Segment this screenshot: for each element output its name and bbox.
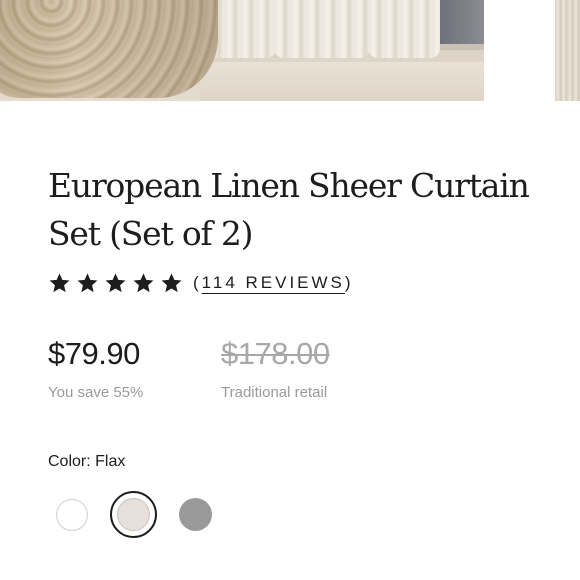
reviews-count-text[interactable]: 114 REVIEWS: [202, 273, 345, 292]
rating-stars: [48, 272, 183, 294]
retail-price: $178.00: [221, 336, 330, 371]
star-icon: [49, 273, 70, 293]
wall-detail: [438, 0, 484, 48]
product-rating: (114 REVIEWS): [48, 270, 354, 296]
star-icon: [77, 273, 98, 293]
star-icon: [133, 273, 154, 293]
product-image-carousel[interactable]: [0, 0, 580, 101]
knit-pouf-shading: [0, 0, 218, 98]
product-title: European Linen Sheer Curtain Set (Set of…: [48, 166, 530, 253]
color-swatch-white[interactable]: [56, 499, 88, 531]
floor-detail: [200, 62, 484, 101]
sale-price: $79.90: [48, 336, 140, 371]
curtain-panel-3: [368, 0, 440, 58]
color-label-prefix: Color:: [48, 453, 91, 470]
reviews-link[interactable]: (114 REVIEWS): [193, 273, 354, 293]
curtain-panel-1: [208, 0, 276, 58]
color-swatch-grey[interactable]: [179, 498, 212, 531]
baseboard-detail: [438, 44, 484, 50]
star-icon: [105, 273, 126, 293]
product-image-next-peek[interactable]: [555, 0, 580, 101]
star-icon: [161, 273, 182, 293]
color-swatch-flax[interactable]: [117, 498, 150, 531]
product-image-main[interactable]: [0, 0, 484, 101]
retail-price-label: Traditional retail: [221, 384, 328, 401]
curtain-panel-2: [274, 0, 370, 58]
savings-text: You save 55%: [48, 384, 144, 401]
carousel-gap: [484, 0, 555, 101]
color-label: Color: Flax: [48, 453, 125, 471]
color-selected-name: Flax: [95, 453, 126, 470]
